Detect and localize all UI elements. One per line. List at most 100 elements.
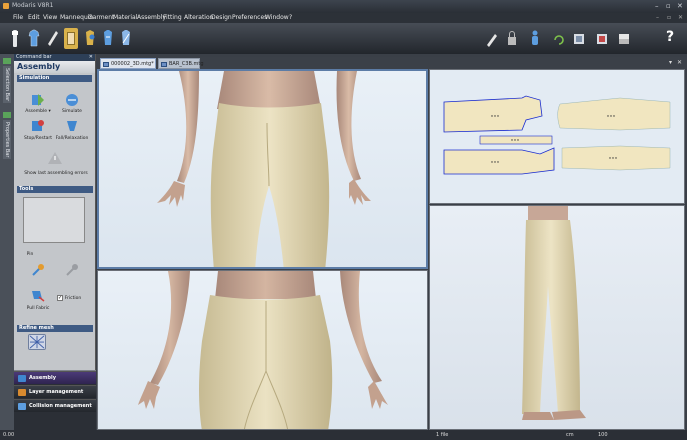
lock-tool[interactable] [505, 28, 519, 49]
close-icon[interactable]: ✕ [677, 2, 683, 10]
assemble-icon[interactable] [30, 93, 46, 107]
panel-header: Command bar ✕ [14, 54, 95, 61]
doc-list-chevron-icon[interactable]: ▾ [669, 59, 672, 66]
side-strip: Selection Bar Properties Bar [0, 54, 14, 430]
simulation-section: Simulation [17, 75, 92, 82]
panel-header-label: Command bar [16, 54, 52, 60]
render-tool[interactable] [617, 28, 631, 49]
tab-layer-label: Layer management [29, 389, 84, 395]
collision-tab-icon [18, 403, 26, 410]
title-bar: Modaris V8R1 – ▫ ✕ [0, 0, 687, 13]
tab-collision-management[interactable]: Collision management [14, 399, 96, 412]
menu-alteration[interactable]: Alteration [184, 14, 213, 21]
document-icon [161, 62, 167, 67]
status-coords: 0.00 [3, 432, 15, 438]
window-title: Modaris V8R1 [12, 2, 54, 9]
mdi-minimize-icon[interactable]: – [656, 14, 659, 21]
tab-assembly-label: Assembly [29, 375, 56, 381]
show-last-errors-label[interactable]: Show last assembling errors [18, 171, 94, 176]
front-mannequin-render [157, 71, 371, 267]
document-icon [103, 62, 109, 67]
app-icon [3, 3, 9, 9]
friction-label[interactable]: Friction [58, 296, 88, 301]
unpin-icon[interactable] [64, 263, 80, 277]
menu-view[interactable]: View [43, 14, 57, 21]
menu-file[interactable]: File [13, 14, 23, 21]
simulate-icon[interactable] [64, 93, 80, 107]
simulate-label[interactable]: Simulate [55, 109, 89, 114]
selection-bar-icon[interactable] [3, 58, 11, 64]
camera-view-tool[interactable] [572, 28, 586, 49]
alteration-tool[interactable] [119, 28, 133, 49]
stop-restart-label[interactable]: Stop/Restart [21, 136, 55, 141]
status-zoom: 100 [598, 432, 608, 438]
pattern-2d-viewport[interactable] [429, 69, 685, 204]
tools-section: Tools [17, 186, 93, 193]
menu-garment[interactable]: Garment [88, 14, 114, 21]
menu-fitting[interactable]: Fitting [163, 14, 182, 21]
document-tabs: 000002_3D.mtg* BAR_C3B.mtg ▾ ✕ [96, 57, 687, 69]
shirt-tool[interactable] [27, 28, 41, 49]
properties-bar-tab[interactable]: Properties Bar [3, 120, 11, 160]
tab-layer-management[interactable]: Layer management [14, 385, 96, 398]
menu-material[interactable]: Material [113, 14, 137, 21]
back-mannequin-render [138, 271, 388, 429]
doc-tab[interactable]: BAR_C3B.mtg [158, 58, 204, 69]
pattern-pieces [443, 95, 671, 175]
pin-label[interactable]: Pin [13, 252, 47, 257]
doc-tab-active-label: 000002_3D.mtg* [111, 61, 154, 67]
minimize-icon[interactable]: – [655, 2, 659, 10]
main-toolbar: ? [0, 23, 687, 54]
status-unit: cm [566, 432, 574, 438]
doc-tab-label: BAR_C3B.mtg [169, 61, 204, 67]
pull-fabric-icon[interactable] [30, 288, 46, 302]
fall-relaxation-label[interactable]: Fall/Relaxation [55, 136, 89, 141]
tool-preview-box [23, 197, 85, 243]
tab-collision-label: Collision management [29, 403, 92, 409]
side-3d-viewport[interactable] [429, 205, 685, 430]
selection-bar-tab[interactable]: Selection Bar [3, 66, 11, 104]
menu-help[interactable]: ? [289, 14, 292, 21]
tab-assembly[interactable]: Assembly [14, 371, 96, 384]
menu-assembly[interactable]: Assembly [137, 14, 166, 21]
layer-tab-icon [18, 389, 26, 396]
warning-icon[interactable] [47, 151, 63, 165]
doc-close-icon[interactable]: ✕ [677, 59, 682, 66]
ruler-tool[interactable] [46, 28, 60, 49]
snapshot-tool[interactable] [595, 28, 609, 49]
panel-close-icon[interactable]: ✕ [89, 54, 93, 61]
fitting-tool[interactable] [101, 28, 115, 49]
assembly-tool[interactable] [83, 28, 97, 49]
mdi-close-icon[interactable]: ✕ [678, 14, 683, 21]
menu-window[interactable]: Window [265, 14, 289, 21]
maximize-icon[interactable]: ▫ [666, 2, 671, 10]
menu-design[interactable]: Design [211, 14, 232, 21]
menu-preferences[interactable]: Preferences [232, 14, 267, 21]
side-mannequin-render [522, 206, 586, 420]
doc-tab-active[interactable]: 000002_3D.mtg* [100, 58, 156, 69]
fall-relaxation-icon[interactable] [64, 119, 80, 133]
menu-edit[interactable]: Edit [28, 14, 40, 21]
refine-mesh-icon[interactable] [28, 334, 46, 350]
assembly-tab-icon [18, 375, 26, 382]
back-3d-viewport[interactable] [97, 270, 428, 430]
pin-icon[interactable] [30, 263, 46, 277]
menu-bar: File Edit View Mannequin Garment Materia… [0, 13, 687, 23]
material-tool[interactable] [64, 28, 78, 49]
front-3d-viewport[interactable] [97, 69, 428, 269]
pull-fabric-label[interactable]: Pull Fabric [21, 306, 55, 311]
mdi-restore-icon[interactable]: ▫ [667, 14, 671, 21]
rotate-tool[interactable] [552, 28, 566, 49]
help-icon[interactable]: ? [666, 29, 674, 45]
assemble-label[interactable]: Assemble ▾ [21, 109, 55, 114]
status-files: 1 file [436, 432, 449, 438]
stop-restart-icon[interactable] [30, 119, 46, 133]
figure-tool[interactable] [528, 28, 542, 49]
properties-bar-icon[interactable] [3, 112, 11, 118]
bottom-tab-list: Assembly Layer management Collision mana… [14, 371, 96, 430]
status-bar: 0.00 1 file cm 100 [0, 430, 687, 440]
pen-tool[interactable] [485, 28, 499, 49]
panel-title: Assembly [14, 61, 95, 73]
mannequin-tool[interactable] [8, 28, 22, 49]
refine-mesh-section: Refine mesh [17, 325, 93, 332]
